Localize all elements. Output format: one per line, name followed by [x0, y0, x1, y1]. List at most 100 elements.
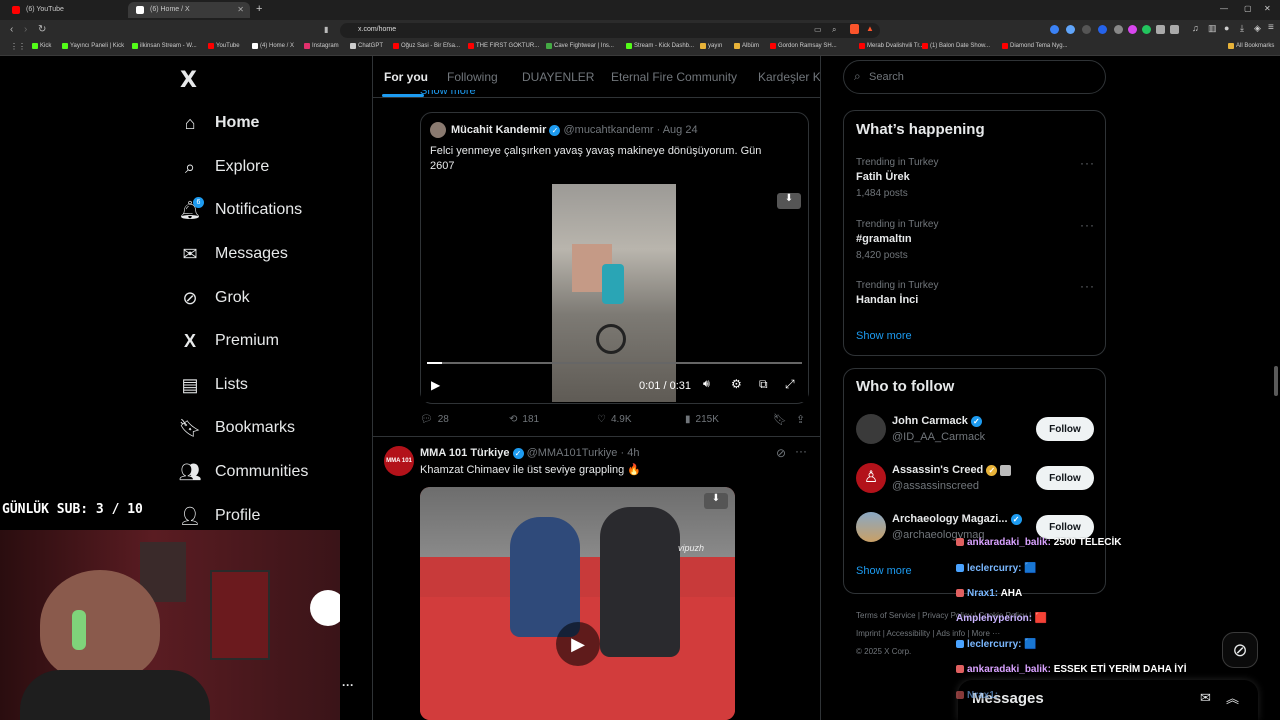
tab-duayenler[interactable]: DUAYENLER [522, 70, 594, 84]
bookmark-item[interactable]: THE FIRST GOKTUR... [468, 43, 539, 49]
extension-icon[interactable] [1066, 25, 1075, 34]
download-icon[interactable]: ⬇ [777, 193, 801, 209]
repost-button[interactable]: ⟲ 181 [509, 414, 539, 425]
extension-icon[interactable] [1098, 25, 1107, 34]
tab-x-home[interactable]: (6) Home / X ✕ [128, 2, 250, 18]
footer-link[interactable]: Imprint [856, 629, 880, 638]
nav-explore[interactable]: ⌕ Explore [180, 152, 269, 182]
more-options-icon[interactable]: ··· [1080, 279, 1095, 293]
cast-icon[interactable]: ▭ [814, 25, 822, 34]
bookmark-item[interactable]: Instagram [304, 43, 339, 49]
views-button[interactable]: ▮ 215K [685, 414, 719, 425]
nav-communities[interactable]: 👥︎ Communities [179, 457, 309, 487]
nav-notifications[interactable]: 🔔︎ 6 Notifications [179, 195, 302, 225]
more-icon[interactable]: ··· [342, 678, 354, 692]
vpn-icon[interactable]: ◈ [1254, 23, 1261, 34]
extension-icon[interactable] [1128, 25, 1137, 34]
tab-following[interactable]: Following [447, 70, 498, 84]
search-input[interactable]: ⌕ Search [843, 60, 1106, 94]
brave-rewards-icon[interactable]: ▲ [866, 24, 874, 33]
author-handle[interactable]: @MMA101Turkiye [527, 447, 618, 459]
x-logo[interactable]: X [180, 68, 197, 93]
maximize-icon[interactable]: ▢ [1244, 4, 1252, 13]
brave-shield-icon[interactable] [850, 24, 859, 34]
reply-button[interactable]: 💬︎ 28 [420, 414, 449, 425]
avatar[interactable] [856, 512, 886, 542]
puzzle-icon[interactable] [1156, 25, 1165, 34]
extension-icon[interactable] [1170, 25, 1179, 34]
show-more-link[interactable]: Show more [420, 90, 476, 98]
post-time[interactable]: 4h [627, 447, 639, 459]
bookmark-star-icon[interactable]: ▮ [324, 25, 328, 34]
bookmark-item[interactable]: Yayıncı Paneli | Kick [62, 43, 124, 49]
bookmark-item[interactable]: (1) Balon Date Show... [922, 43, 990, 49]
author-handle[interactable]: @mucahtkandemr [563, 124, 653, 136]
footer-link[interactable]: Ads info [936, 629, 965, 638]
menu-icon[interactable]: ≡ [1268, 22, 1274, 33]
footer-link[interactable]: Accessibility [887, 629, 931, 638]
follow-button[interactable]: Follow [1036, 515, 1094, 539]
bookmark-item[interactable]: Merab Dvalishvili Tr... [859, 43, 924, 49]
grok-icon[interactable]: ⊘ [776, 446, 786, 460]
follow-suggestion-name[interactable]: Assassin's Creed ✓ [892, 464, 1012, 476]
extension-icon[interactable] [1142, 25, 1151, 34]
new-tab-button[interactable]: + [256, 3, 262, 15]
nav-grok[interactable]: ⊘ Grok [180, 283, 249, 313]
footer-link[interactable]: More ··· [972, 629, 1000, 638]
tab-for-you[interactable]: For you [384, 70, 428, 84]
bookmark-button[interactable]: 🔖︎ [773, 413, 787, 426]
profile-icon[interactable]: ● [1224, 23, 1229, 33]
pip-icon[interactable]: ⧉ [759, 377, 768, 392]
bookmark-item[interactable]: Oğuz Sasi - Bir Efsa... [393, 43, 460, 49]
close-tab-icon[interactable]: ✕ [237, 5, 244, 14]
bookmark-item[interactable]: Diamond Tema Nyg... [1002, 43, 1068, 49]
extension-icon[interactable] [1082, 25, 1091, 34]
reload-icon[interactable]: ↻ [38, 24, 46, 35]
zoom-icon[interactable]: ⌕ [832, 25, 836, 35]
scrollbar-thumb[interactable] [1274, 366, 1278, 396]
author-name[interactable]: MMA 101 Türkiye [420, 447, 509, 459]
post-date[interactable]: Aug 24 [663, 124, 698, 136]
back-icon[interactable]: ‹ [10, 24, 13, 35]
bookmark-item[interactable]: ilkinsan Stream - W... [132, 43, 197, 49]
more-options-icon[interactable]: ··· [795, 444, 807, 458]
bookmark-item[interactable]: Stream - Kick Dashb... [626, 43, 694, 49]
tab-eternal-fire-community[interactable]: Eternal Fire Community [611, 70, 737, 84]
nav-profile[interactable]: 👤︎ Profile [179, 501, 261, 531]
follow-suggestion-name[interactable]: John Carmack ✓ [892, 415, 982, 427]
more-options-icon[interactable]: ··· [1080, 156, 1095, 170]
bookmark-item[interactable]: Albüm [734, 43, 759, 49]
expand-icon[interactable]: ︽ [1226, 688, 1239, 707]
avatar[interactable]: MMA 101 [384, 446, 414, 476]
bookmark-item[interactable]: (4) Home / X [252, 43, 294, 49]
apps-icon[interactable]: ⋮⋮ [10, 42, 26, 51]
trend-name[interactable]: Handan İnci [856, 294, 918, 306]
all-bookmarks-link[interactable]: All Bookmarks [1228, 43, 1274, 49]
follow-show-more[interactable]: Show more [856, 565, 912, 577]
author-name[interactable]: Mücahit Kandemir [451, 124, 546, 136]
follow-button[interactable]: Follow [1036, 466, 1094, 490]
post-video[interactable]: vipuzh ⬇ ▶ [420, 487, 735, 720]
more-options-icon[interactable]: ··· [1080, 218, 1095, 232]
trend-name[interactable]: Fatih Ürek [856, 171, 910, 183]
sidebar-icon[interactable]: ▥ [1208, 23, 1217, 34]
bookmark-item[interactable]: YouTube [208, 43, 240, 49]
bookmark-item[interactable]: Cave Fightwear | Ins... [546, 43, 614, 49]
follow-button[interactable]: Follow [1036, 417, 1094, 441]
footer-link[interactable]: Terms of Service [856, 611, 916, 620]
nav-bookmarks[interactable]: 🔖︎ Bookmarks [179, 413, 295, 443]
share-button[interactable]: ⇪ [796, 413, 805, 426]
tab-kardesler[interactable]: Kardeşler Ki [758, 70, 820, 84]
video-player[interactable]: ⬇ ▶ 0:01 / 0:31 🔊︎ ⚙ ⧉ ⤢ [421, 184, 808, 402]
nav-home[interactable]: ⌂ Home [180, 108, 260, 138]
nav-premium[interactable]: X Premium [180, 326, 279, 356]
follow-suggestion-name[interactable]: Archaeology Magazi... ✓ [892, 513, 1022, 525]
play-icon[interactable]: ▶ [556, 622, 600, 666]
trend-name[interactable]: #gramaltın [856, 233, 912, 245]
close-window-icon[interactable]: ✕ [1264, 4, 1271, 13]
bookmark-item[interactable]: yayın [700, 43, 722, 49]
avatar[interactable]: ♙ [856, 463, 886, 493]
media-icon[interactable]: ♫ [1192, 23, 1199, 33]
new-message-icon[interactable]: ✉ [1200, 690, 1211, 706]
fullscreen-icon[interactable]: ⤢ [785, 377, 795, 392]
